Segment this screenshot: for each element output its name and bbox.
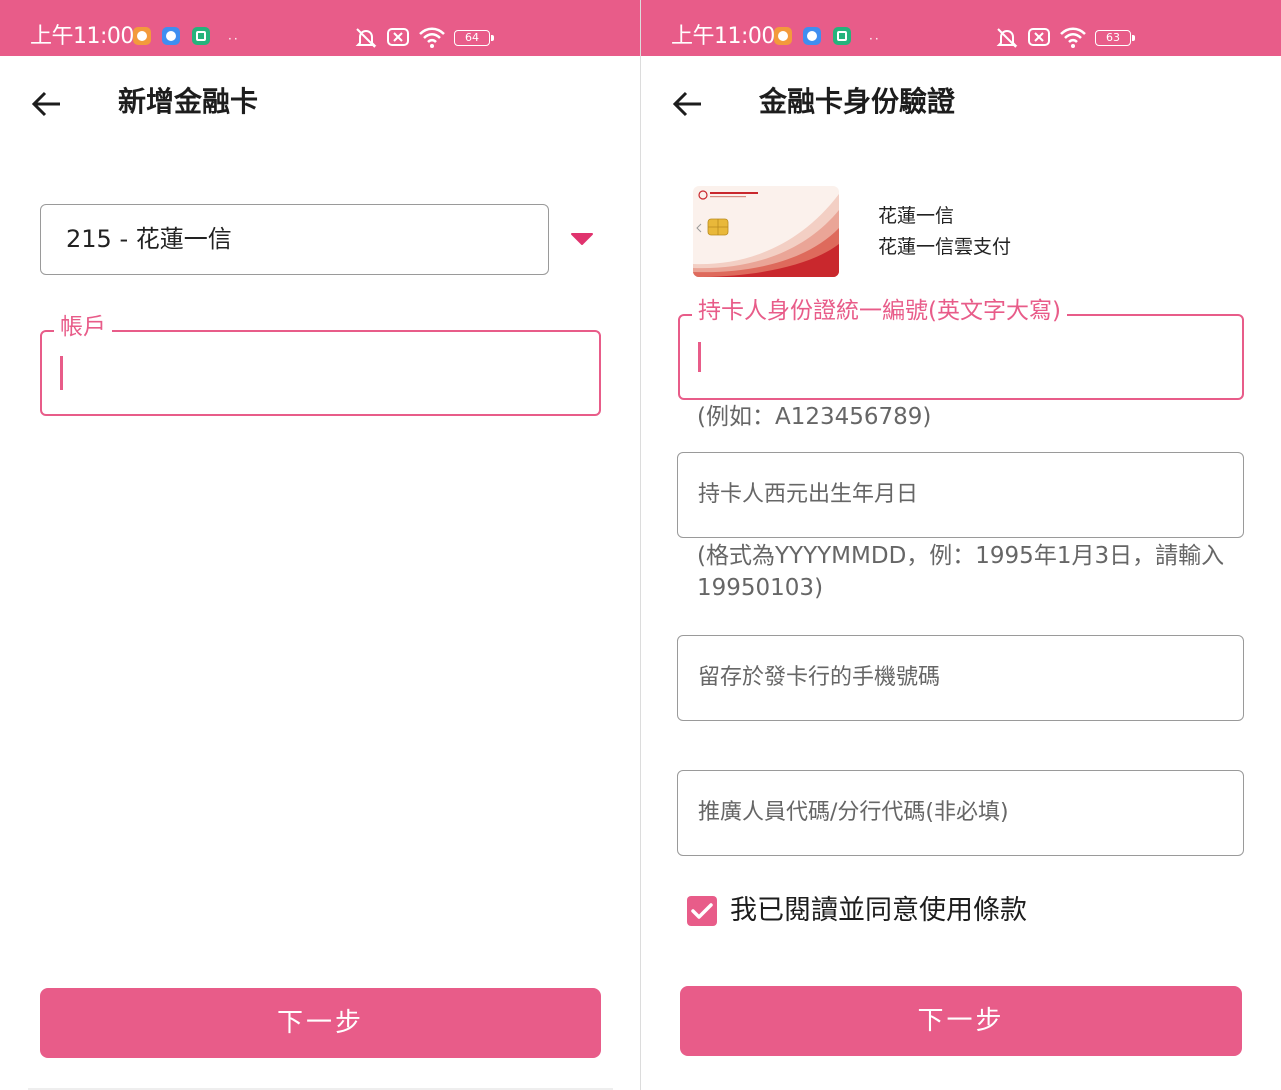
blue-app-icon	[162, 27, 180, 45]
phone-number-field[interactable]: 留存於發卡行的手機號碼	[677, 635, 1244, 721]
orange-app-icon	[774, 27, 792, 45]
id-number-field[interactable]: 持卡人身份證統一編號(英文字大寫)	[678, 295, 1244, 400]
card-product-name: 花蓮一信雲支付	[878, 236, 1012, 258]
no-sim-icon	[1028, 28, 1050, 46]
bank-select[interactable]: 215 - 花蓮一信	[40, 204, 549, 275]
birth-date-field[interactable]: 持卡人西元出生年月日	[677, 452, 1244, 538]
status-time: 上午11:00	[30, 24, 134, 49]
battery-level: 64	[465, 31, 479, 44]
wifi-icon	[419, 27, 445, 48]
back-arrow-icon[interactable]	[667, 82, 711, 126]
green-app-icon	[192, 27, 210, 45]
app-bar: 新增金融卡	[0, 56, 640, 148]
dropdown-triangle-icon[interactable]	[570, 232, 594, 246]
next-step-button[interactable]: 下一步	[40, 988, 601, 1058]
mute-bell-icon	[996, 28, 1018, 48]
more-dots-icon: ··	[228, 32, 240, 46]
status-bar: 上午11:00 ·· 63	[641, 0, 1281, 56]
referral-code-field[interactable]: 推廣人員代碼/分行代碼(非必填)	[677, 770, 1244, 856]
referral-code-placeholder: 推廣人員代碼/分行代碼(非必填)	[698, 800, 1009, 825]
id-number-field-label: 持卡人身份證統一編號(英文字大寫)	[692, 295, 1067, 327]
birth-date-hint: (格式為YYYYMMDD，例：1995年1月3日，請輸入19950103)	[697, 543, 1225, 601]
terms-label[interactable]: 我已閱讀並同意使用條款	[730, 892, 1027, 930]
terms-checkbox[interactable]	[687, 896, 717, 926]
more-dots-icon: ··	[869, 32, 881, 46]
mute-bell-icon	[355, 28, 377, 48]
blue-app-icon	[803, 27, 821, 45]
card-identity-verification-screen: 上午11:00 ·· 63 金融卡身份驗證 花蓮一信 花蓮一信雲支付 持卡人身份…	[641, 0, 1281, 1090]
phone-number-placeholder: 留存於發卡行的手機號碼	[698, 665, 941, 690]
text-caret	[698, 342, 701, 372]
text-caret	[60, 356, 63, 390]
bank-card-image	[693, 186, 839, 277]
battery-tip	[1132, 35, 1135, 41]
id-number-hint: (例如：A123456789)	[697, 404, 932, 430]
status-bar: 上午11:00 ·· 64	[0, 0, 640, 56]
battery-icon: 64	[454, 30, 490, 46]
battery-level: 63	[1106, 31, 1120, 44]
next-step-button[interactable]: 下一步	[680, 986, 1242, 1056]
add-debit-card-screen: 上午11:00 ·· 64 新增金融卡 215 - 花蓮一信 帳戶 下一步	[0, 0, 640, 1090]
page-title: 新增金融卡	[118, 85, 259, 118]
card-bank-name: 花蓮一信	[878, 205, 955, 227]
app-bar: 金融卡身份驗證	[641, 56, 1281, 148]
battery-icon: 63	[1095, 30, 1131, 46]
account-field[interactable]: 帳戶	[40, 311, 601, 416]
account-field-label: 帳戶	[54, 311, 112, 343]
status-time: 上午11:00	[671, 24, 775, 49]
battery-tip	[491, 35, 494, 41]
green-app-icon	[833, 27, 851, 45]
checkmark-icon	[691, 903, 713, 919]
back-arrow-icon[interactable]	[26, 82, 70, 126]
orange-app-icon	[133, 27, 151, 45]
wifi-icon	[1060, 27, 1086, 48]
no-sim-icon	[387, 28, 409, 46]
bank-select-value: 215 - 花蓮一信	[66, 225, 232, 253]
page-title: 金融卡身份驗證	[759, 85, 956, 118]
birth-date-placeholder: 持卡人西元出生年月日	[698, 482, 919, 507]
